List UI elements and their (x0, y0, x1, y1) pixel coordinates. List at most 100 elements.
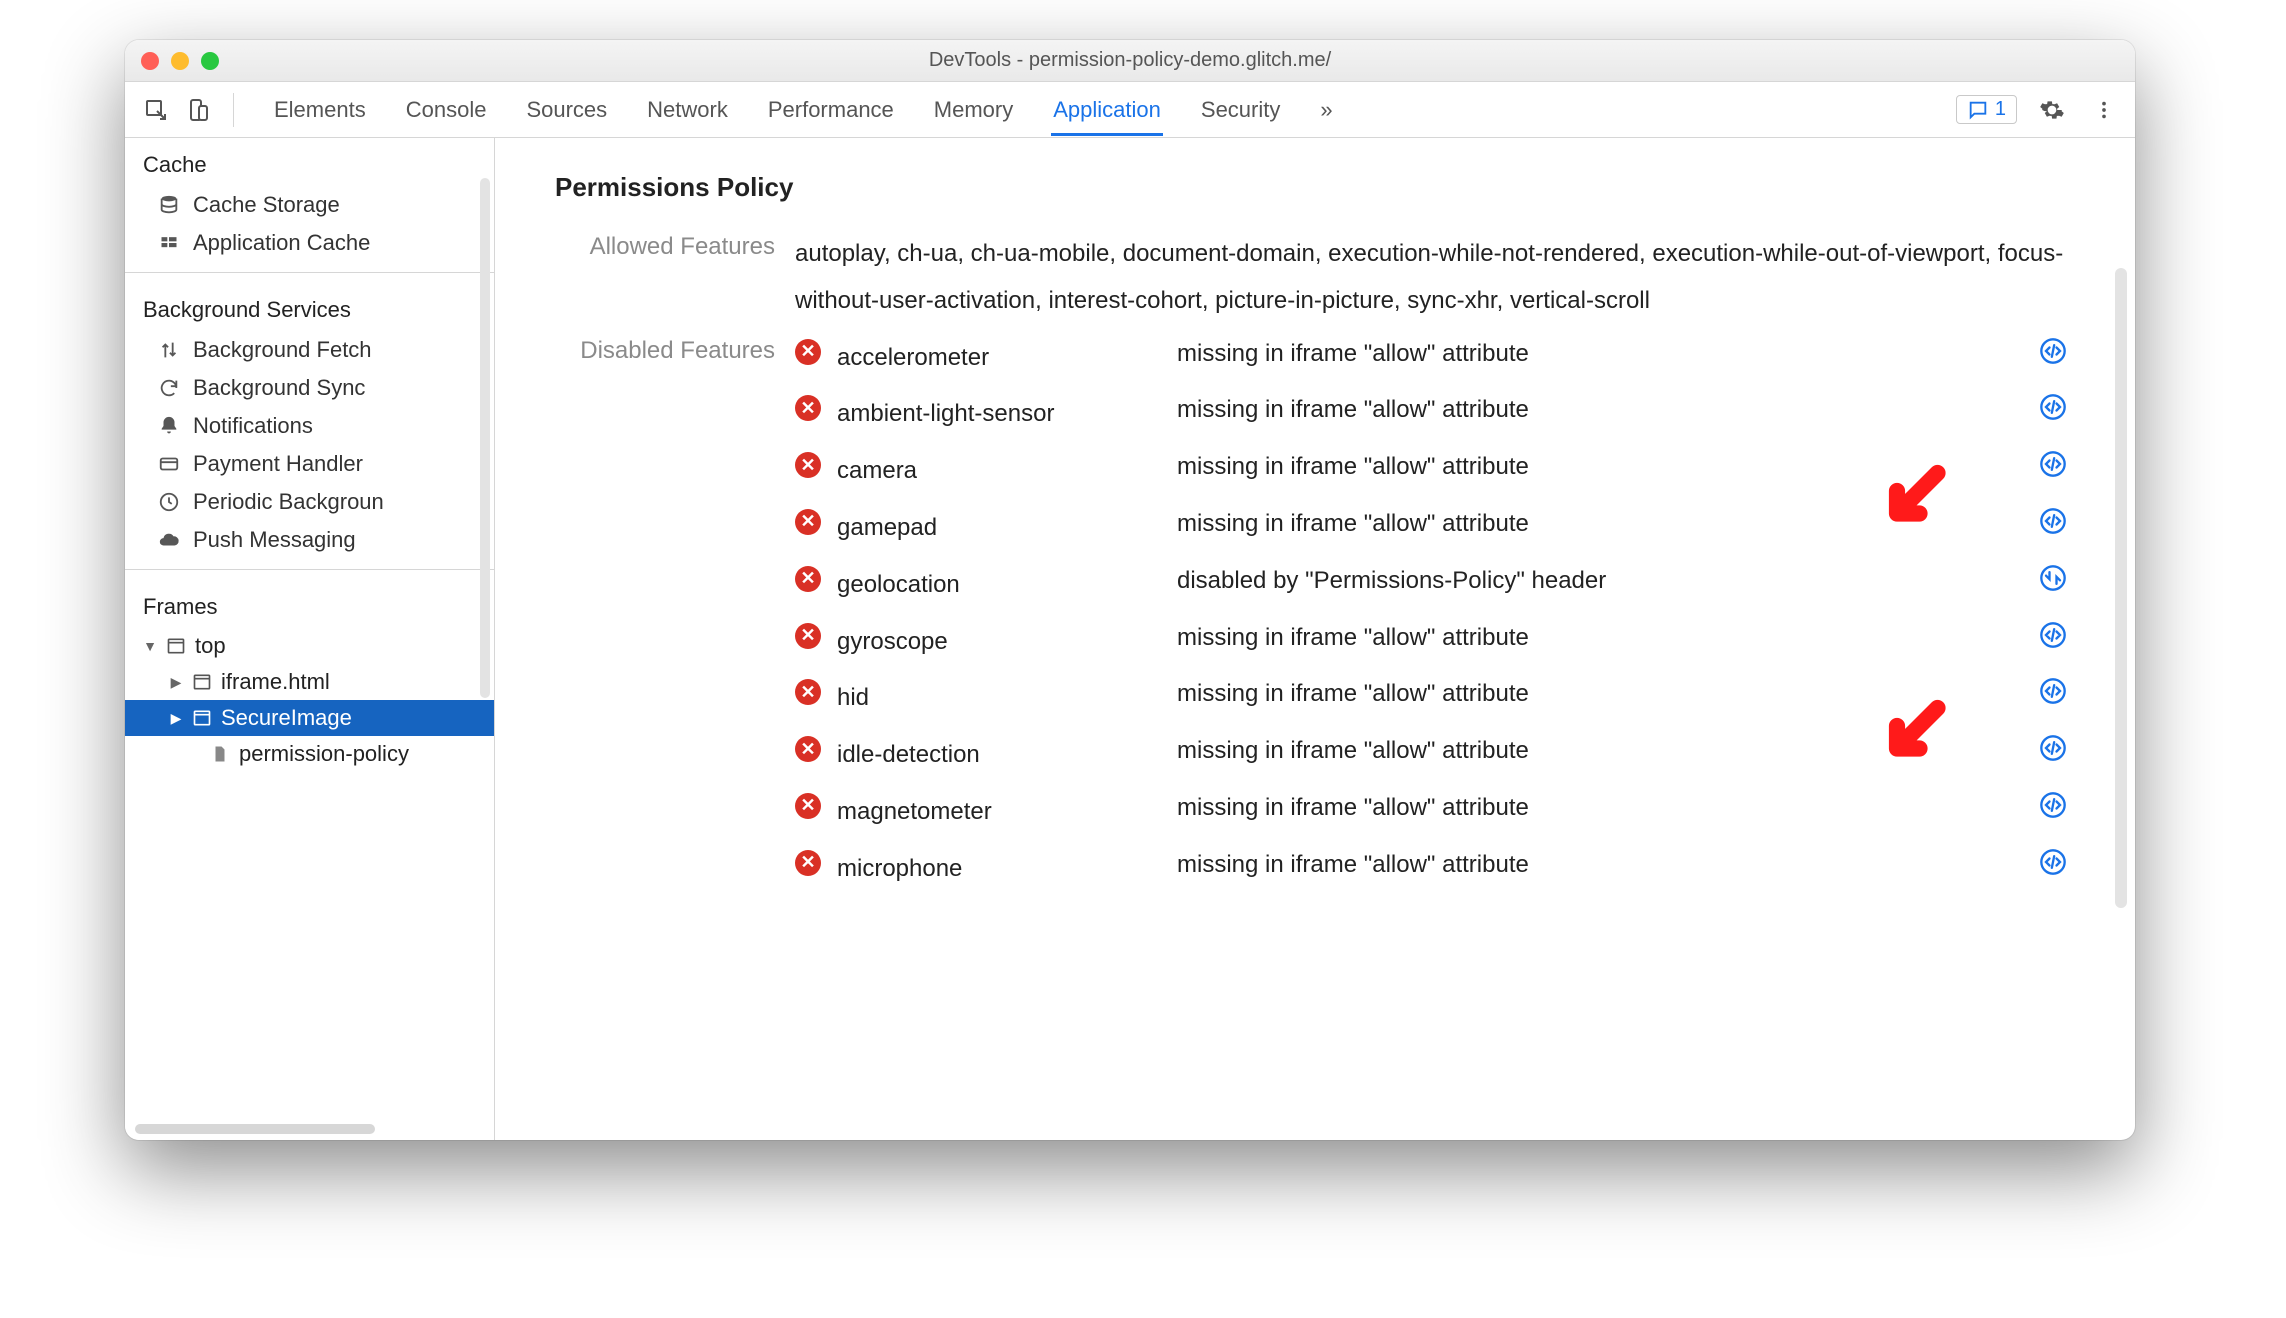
tree-label: top (195, 633, 226, 659)
tree-row-top[interactable]: ▼ top (143, 628, 494, 664)
main-scrollbar[interactable] (2115, 268, 2127, 908)
tree-label: permission-policy (239, 741, 409, 767)
tree-row-iframe[interactable]: ▶ iframe.html (143, 664, 494, 700)
sidebar-item-label: Background Fetch (193, 337, 372, 363)
disabled-feature-row: ✕ambient-light-sensormissing in iframe "… (795, 391, 2075, 438)
elements-link-icon[interactable] (2031, 732, 2075, 762)
tab-application[interactable]: Application (1051, 85, 1163, 135)
error-icon: ✕ (795, 566, 821, 592)
error-icon: ✕ (795, 793, 821, 819)
elements-link-icon[interactable] (2031, 675, 2075, 705)
sidebar-item-label: Periodic Backgroun (193, 489, 384, 515)
feature-name: camera (837, 448, 1167, 495)
feature-name: gyroscope (837, 619, 1167, 666)
maximize-icon[interactable] (201, 52, 219, 70)
feature-name: accelerometer (837, 335, 1167, 382)
window-title: DevTools - permission-policy-demo.glitch… (929, 49, 1331, 72)
updown-icon (157, 338, 181, 362)
tab-memory[interactable]: Memory (932, 85, 1015, 135)
window-icon (165, 635, 187, 657)
panel-tabs: Elements Console Sources Network Perform… (272, 85, 1948, 135)
feature-reason: missing in iframe "allow" attribute (1177, 619, 2021, 656)
frame-details-pane: Permissions Policy Allowed Features auto… (495, 138, 2135, 1140)
issues-count: 1 (1995, 98, 2006, 121)
card-icon (157, 452, 181, 476)
bell-icon (157, 414, 181, 438)
elements-link-icon[interactable] (2031, 789, 2075, 819)
feature-name: geolocation (837, 562, 1167, 609)
cloud-icon (157, 528, 181, 552)
network-link-icon[interactable] (2031, 562, 2075, 592)
tree-label: iframe.html (221, 669, 330, 695)
frame-icon (191, 707, 213, 729)
sidebar-item-push-messaging[interactable]: Push Messaging (125, 521, 494, 559)
disabled-features-label: Disabled Features (555, 335, 795, 893)
sidebar-scrollbar[interactable] (480, 178, 490, 698)
sidebar-item-periodic-background[interactable]: Periodic Backgroun (125, 483, 494, 521)
feature-reason: missing in iframe "allow" attribute (1177, 789, 2021, 826)
clock-icon (157, 490, 181, 514)
feature-reason: missing in iframe "allow" attribute (1177, 335, 2021, 372)
tree-row-secureimage[interactable]: ▶ SecureImage (125, 700, 494, 736)
error-icon: ✕ (795, 339, 821, 365)
issues-badge[interactable]: 1 (1956, 95, 2017, 124)
devtools-toolbar: Elements Console Sources Network Perform… (125, 82, 2135, 138)
sidebar-item-background-sync[interactable]: Background Sync (125, 369, 494, 407)
sidebar-item-application-cache[interactable]: Application Cache (125, 224, 494, 262)
sidebar-group-cache: Cache (125, 138, 494, 186)
error-icon: ✕ (795, 452, 821, 478)
elements-link-icon[interactable] (2031, 619, 2075, 649)
elements-link-icon[interactable] (2031, 448, 2075, 478)
tab-security[interactable]: Security (1199, 85, 1282, 135)
elements-link-icon[interactable] (2031, 335, 2075, 365)
tree-row-permission-policy[interactable]: permission-policy (143, 736, 494, 772)
frames-tree: ▼ top ▶ iframe.html ▶ (125, 628, 494, 782)
tab-network[interactable]: Network (645, 85, 730, 135)
sidebar-item-cache-storage[interactable]: Cache Storage (125, 186, 494, 224)
error-icon: ✕ (795, 395, 821, 421)
feature-name: idle-detection (837, 732, 1167, 779)
sidebar-item-notifications[interactable]: Notifications (125, 407, 494, 445)
sidebar-item-payment-handler[interactable]: Payment Handler (125, 445, 494, 483)
close-icon[interactable] (141, 52, 159, 70)
feature-name: hid (837, 675, 1167, 722)
sidebar-group-background: Background Services (125, 283, 494, 331)
disabled-feature-row: ✕ accelerometer missing in iframe "allow" … (795, 335, 2075, 382)
elements-link-icon[interactable] (2031, 846, 2075, 876)
inspect-icon[interactable] (139, 93, 173, 127)
section-heading: Permissions Policy (555, 172, 2075, 203)
error-icon: ✕ (795, 679, 821, 705)
tabs-overflow-icon[interactable]: » (1318, 85, 1334, 135)
allowed-features-value: autoplay, ch-ua, ch-ua-mobile, document-… (795, 231, 2075, 325)
elements-link-icon[interactable] (2031, 505, 2075, 535)
caret-down-icon: ▼ (143, 638, 157, 654)
settings-icon[interactable] (2035, 93, 2069, 127)
sidebar-item-label: Push Messaging (193, 527, 356, 553)
elements-link-icon[interactable] (2031, 391, 2075, 421)
caret-right-icon: ▶ (169, 674, 183, 691)
error-icon: ✕ (795, 623, 821, 649)
tab-console[interactable]: Console (404, 85, 489, 135)
tab-sources[interactable]: Sources (524, 85, 609, 135)
feature-name: magnetometer (837, 789, 1167, 836)
error-icon: ✕ (795, 736, 821, 762)
tab-performance[interactable]: Performance (766, 85, 896, 135)
sidebar-group-frames: Frames (125, 580, 494, 628)
disabled-feature-row: ✕ magnetometer missing in iframe "allow" a… (795, 789, 2075, 836)
device-toggle-icon[interactable] (181, 93, 215, 127)
grid-icon (157, 231, 181, 255)
annotation-arrow-icon (1870, 690, 1960, 786)
disabled-feature-row: ✕geolocationdisabled by "Permissions-Pol… (795, 562, 2075, 609)
file-icon (209, 743, 231, 765)
application-sidebar: Cache Cache Storage Application Cache Ba… (125, 138, 495, 1140)
sidebar-item-label: Background Sync (193, 375, 365, 401)
tab-elements[interactable]: Elements (272, 85, 368, 135)
error-icon: ✕ (795, 509, 821, 535)
error-icon: ✕ (795, 850, 821, 876)
minimize-icon[interactable] (171, 52, 189, 70)
more-icon[interactable] (2087, 93, 2121, 127)
sidebar-item-background-fetch[interactable]: Background Fetch (125, 331, 494, 369)
disabled-feature-row: ✕microphonemissing in iframe "allow" att… (795, 846, 2075, 893)
feature-name: gamepad (837, 505, 1167, 552)
sidebar-hscrollbar[interactable] (135, 1124, 375, 1134)
